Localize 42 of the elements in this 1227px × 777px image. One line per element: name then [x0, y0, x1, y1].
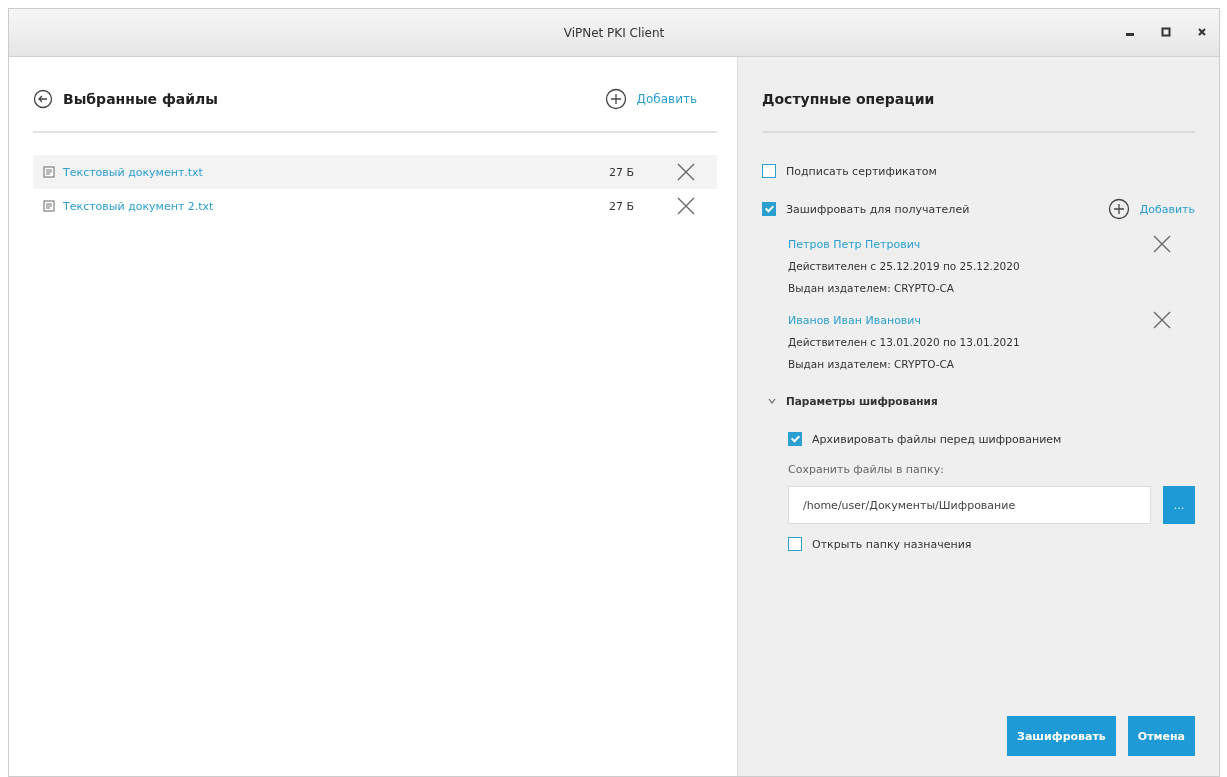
browse-button[interactable]: ... — [1163, 486, 1195, 524]
remove-icon[interactable] — [677, 197, 695, 215]
field-label: Сохранить файлы в папку: — [788, 463, 945, 476]
close-icon[interactable] — [1197, 27, 1207, 37]
remove-icon[interactable] — [1153, 235, 1171, 253]
panel-title: Выбранные файлы — [63, 91, 218, 107]
document-icon — [43, 166, 55, 178]
document-icon — [43, 200, 55, 212]
validity-text: Действителен с 13.01.2020 по 13.01.2021 — [788, 335, 1021, 350]
file-row[interactable]: Текстовый документ 2.txt 27 Б — [33, 189, 717, 223]
maximize-icon[interactable] — [1161, 27, 1171, 37]
remove-icon[interactable] — [677, 163, 695, 181]
file-name[interactable]: Текстовый документ.txt — [63, 165, 203, 179]
window-title: ViPNet PKI Client — [563, 25, 665, 40]
file-name[interactable]: Текстовый документ 2.txt — [63, 199, 214, 213]
plus-circle-icon[interactable] — [604, 88, 627, 110]
action-button[interactable]: Отмена — [1127, 716, 1195, 756]
checkbox-label: Архивировать файлы перед шифрованием — [812, 432, 1062, 446]
checkbox-label: Открыть папку назначения — [812, 537, 972, 551]
checkbox[interactable] — [788, 537, 802, 551]
file-row[interactable]: Текстовый документ.txt 27 Б — [33, 155, 717, 189]
checkbox[interactable] — [762, 164, 776, 178]
issuer-text: Выдан издателем: CRYPTO-CA — [788, 357, 955, 372]
issuer-text: Выдан издателем: CRYPTO-CA — [788, 281, 955, 296]
action-button[interactable]: Зашифровать — [1007, 716, 1116, 756]
panel-title: Доступные операции — [762, 91, 935, 107]
plus-circle-icon[interactable] — [1107, 198, 1130, 220]
remove-icon[interactable] — [1153, 311, 1171, 329]
folder-path-field[interactable]: /home/user/Документы/Шифрование — [788, 486, 1151, 524]
add-link[interactable]: Добавить — [636, 92, 697, 106]
recipient-name[interactable]: Иванов Иван Иванович — [788, 313, 921, 327]
recipient-name[interactable]: Петров Петр Петрович — [788, 237, 921, 251]
file-size: 27 Б — [609, 165, 636, 179]
checkbox[interactable] — [788, 432, 802, 446]
add-link[interactable]: Добавить — [1139, 202, 1195, 216]
checkbox-label: Подписать сертификатом — [786, 164, 937, 178]
validity-text: Действителен с 25.12.2019 по 25.12.2020 — [788, 259, 1021, 274]
checkbox-label: Зашифровать для получателей — [786, 202, 970, 216]
checkbox[interactable] — [762, 202, 776, 216]
chevron-icon[interactable] — [768, 397, 776, 405]
section-title[interactable]: Параметры шифрования — [786, 395, 938, 407]
file-size: 27 Б — [609, 199, 636, 213]
